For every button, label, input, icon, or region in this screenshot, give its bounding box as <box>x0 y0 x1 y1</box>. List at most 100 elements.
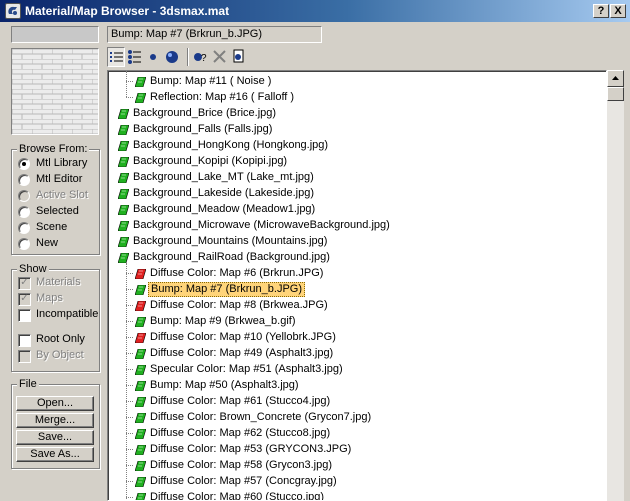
radio-label: New <box>36 237 59 249</box>
list-item[interactable]: Diffuse Color: Brown_Concrete (Grycon7.j… <box>108 410 604 425</box>
radio-button[interactable] <box>18 158 30 170</box>
view-small-icons-icon[interactable] <box>145 47 163 67</box>
delete-from-library-icon[interactable] <box>211 47 229 67</box>
selected-map-name-field[interactable]: Bump: Map #7 (Brkrun_b.JPG) <box>107 26 322 43</box>
radio-button <box>18 190 30 202</box>
checkbox-label: By Object <box>36 349 84 361</box>
map-green-icon <box>118 221 129 231</box>
list-item[interactable]: Background_Mountains (Mountains.jpg) <box>108 234 604 249</box>
list-item[interactable]: Bump: Map #50 (Asphalt3.jpg) <box>108 378 604 393</box>
checkbox[interactable] <box>18 309 31 322</box>
checkbox: ✓ <box>18 293 31 306</box>
item-label: Diffuse Color: Map #53 (GRYCON3.JPG) <box>150 443 352 455</box>
list-item[interactable]: Background_Kopipi (Kopipi.jpg) <box>108 154 604 169</box>
item-label: Background_Microwave (MicrowaveBackgroun… <box>133 219 390 231</box>
item-label: Diffuse Color: Map #61 (Stucco4.jpg) <box>150 395 331 407</box>
radio-label: Active Slot <box>36 189 88 201</box>
map-green-icon <box>135 381 146 391</box>
list-item[interactable]: Specular Color: Map #51 (Asphalt3.jpg) <box>108 362 604 377</box>
map-green-icon <box>118 141 129 151</box>
list-item[interactable]: Diffuse Color: Map #57 (Concgray.jpg) <box>108 474 604 489</box>
list-item[interactable]: Background_HongKong (Hongkong.jpg) <box>108 138 604 153</box>
help-button[interactable]: ? <box>593 4 609 18</box>
browse-from-group: Browse From: Mtl Library Mtl Editor Acti… <box>11 143 100 255</box>
list-item[interactable]: Background_Falls (Falls.jpg) <box>108 122 604 137</box>
close-button[interactable]: X <box>610 4 626 18</box>
map-green-icon <box>135 93 146 103</box>
tree-branch-line <box>126 263 127 500</box>
list-item[interactable]: Bump: Map #7 (Brkrun_b.JPG) <box>108 282 604 297</box>
radio-button[interactable] <box>18 206 30 218</box>
list-item[interactable]: Diffuse Color: Map #61 (Stucco4.jpg) <box>108 394 604 409</box>
item-label: Background_Kopipi (Kopipi.jpg) <box>133 155 288 167</box>
list-item[interactable]: Background_Meadow (Meadow1.jpg) <box>108 202 604 217</box>
item-label: Bump: Map #50 (Asphalt3.jpg) <box>150 379 299 391</box>
open-button[interactable]: Open... <box>16 396 94 411</box>
list-item[interactable]: Diffuse Color: Map #49 (Asphalt3.jpg) <box>108 346 604 361</box>
list-item[interactable]: Bump: Map #9 (Brkwea_b.gif) <box>108 314 604 329</box>
list-item[interactable]: Diffuse Color: Map #8 (Brkwea.JPG) <box>108 298 604 313</box>
list-item[interactable]: Background_Brice (Brice.jpg) <box>108 106 604 121</box>
list-item[interactable]: Background_Lakeside (Lakeside.jpg) <box>108 186 604 201</box>
list-item[interactable]: Diffuse Color: Map #6 (Brkrun.JPG) <box>108 266 604 281</box>
map-green-icon <box>135 317 146 327</box>
checkbox[interactable] <box>18 334 31 347</box>
radio-button[interactable] <box>18 238 30 250</box>
list-item[interactable]: Diffuse Color: Map #53 (GRYCON3.JPG) <box>108 442 604 457</box>
map-green-icon <box>118 237 129 247</box>
title-bar[interactable]: Material/Map Browser - 3dsmax.mat ? X <box>0 0 630 22</box>
item-label: Diffuse Color: Map #10 (Yellobrk.JPG) <box>150 331 336 343</box>
map-red-icon <box>135 333 146 343</box>
update-scene-materials-icon[interactable]: ? <box>192 47 210 67</box>
merge-button[interactable]: Merge... <box>16 413 94 428</box>
item-label: Diffuse Color: Map #57 (Concgray.jpg) <box>150 475 337 487</box>
list-item[interactable]: Bump: Map #11 ( Noise ) <box>108 74 604 89</box>
map-green-icon <box>118 173 129 183</box>
item-label: Background_HongKong (Hongkong.jpg) <box>133 139 329 151</box>
scroll-up-button[interactable] <box>607 70 624 87</box>
map-green-icon <box>118 205 129 215</box>
list-vertical-scrollbar[interactable] <box>607 70 624 501</box>
item-label: Diffuse Color: Map #60 (Stucco.jpg) <box>150 491 325 501</box>
material-map-list[interactable]: Bump: Map #11 ( Noise ) Reflection: Map #… <box>107 70 607 501</box>
view-large-icons-icon[interactable] <box>164 47 182 67</box>
map-green-icon <box>135 461 146 471</box>
checkbox <box>18 350 31 363</box>
clear-library-icon[interactable] <box>230 47 248 67</box>
list-item[interactable]: Diffuse Color: Map #10 (Yellobrk.JPG) <box>108 330 604 345</box>
list-item[interactable]: Diffuse Color: Map #62 (Stucco8.jpg) <box>108 426 604 441</box>
save-as-button[interactable]: Save As... <box>16 447 94 462</box>
list-item[interactable]: Diffuse Color: Map #60 (Stucco.jpg) <box>108 490 604 501</box>
radio-button[interactable] <box>18 174 30 186</box>
radio-button[interactable] <box>18 222 30 234</box>
map-green-icon <box>118 109 129 119</box>
map-preview-image <box>11 48 99 135</box>
scrollbar-thumb[interactable] <box>607 87 624 101</box>
map-green-icon <box>135 413 146 423</box>
radio-label: Mtl Library <box>36 157 88 169</box>
material-preview-swatch <box>11 26 99 43</box>
material-map-browser-window: Material/Map Browser - 3dsmax.mat ? X Bu… <box>0 0 630 501</box>
map-green-icon <box>135 285 146 295</box>
item-label: Specular Color: Map #51 (Asphalt3.jpg) <box>150 363 343 375</box>
browse-from-title: Browse From: <box>17 143 90 155</box>
view-list-icon[interactable] <box>107 47 125 67</box>
item-label: Background_Lakeside (Lakeside.jpg) <box>133 187 315 199</box>
item-label: Background_Brice (Brice.jpg) <box>133 107 277 119</box>
list-item[interactable]: Background_RailRoad (Background.jpg) <box>108 250 604 265</box>
list-item[interactable]: Background_Lake_MT (Lake_mt.jpg) <box>108 170 604 185</box>
map-green-icon <box>135 349 146 359</box>
view-list-icons-icon[interactable] <box>126 47 144 67</box>
map-green-icon <box>118 189 129 199</box>
list-item[interactable]: Reflection: Map #16 ( Falloff ) <box>108 90 604 105</box>
save-button[interactable]: Save... <box>16 430 94 445</box>
window-title: Material/Map Browser - 3dsmax.mat <box>25 4 230 18</box>
item-label: Bump: Map #11 ( Noise ) <box>150 75 272 87</box>
show-group: Show ✓ Materials ✓ Maps Incompatible Roo… <box>11 263 100 372</box>
map-green-icon <box>135 493 146 500</box>
item-label: Diffuse Color: Map #49 (Asphalt3.jpg) <box>150 347 334 359</box>
item-label: Diffuse Color: Map #62 (Stucco8.jpg) <box>150 427 331 439</box>
list-item[interactable]: Background_Microwave (MicrowaveBackgroun… <box>108 218 604 233</box>
file-title: File <box>17 378 39 390</box>
list-item[interactable]: Diffuse Color: Map #58 (Grycon3.jpg) <box>108 458 604 473</box>
